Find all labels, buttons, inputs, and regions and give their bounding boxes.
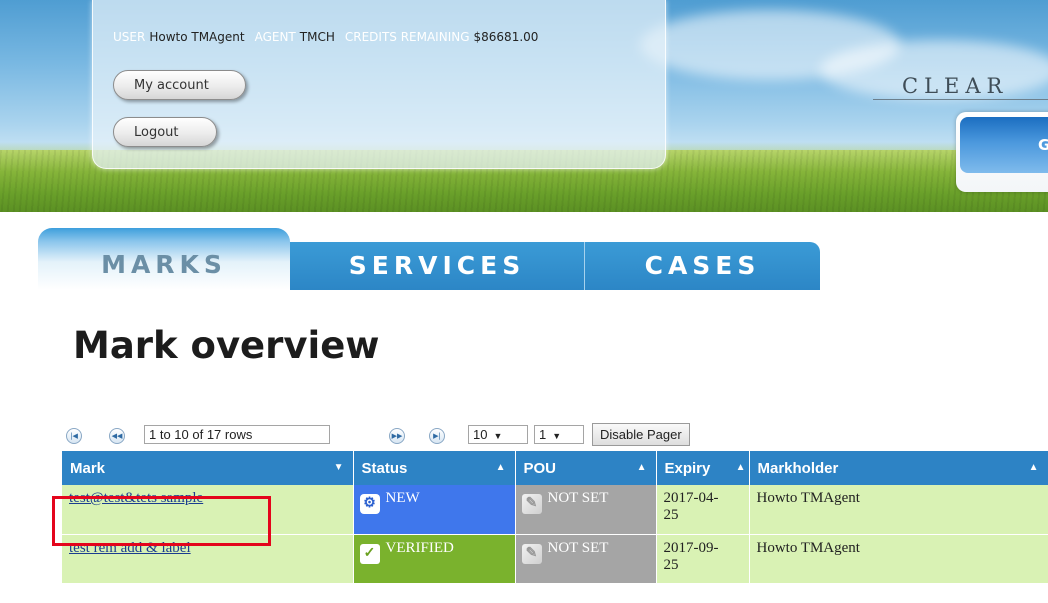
table-pager: |◀ ◀◀ ▶▶ ▶| 10▼ 1▼ Disable Pager bbox=[66, 423, 746, 447]
main-tabs: MARKS SERVICES CASES bbox=[38, 228, 838, 290]
page-range-input[interactable] bbox=[144, 425, 330, 444]
dropdown-arrow-icon: ▼ bbox=[493, 431, 503, 441]
my-account-button[interactable]: My account bbox=[113, 70, 246, 100]
column-header-status[interactable]: Status ▲ bbox=[353, 451, 516, 485]
column-header-expiry[interactable]: Expiry ▲ bbox=[656, 451, 750, 485]
tab-services[interactable]: SERVICES bbox=[290, 242, 584, 290]
site-header: USER Howto TMAgent AGENT TMCH CREDITS REMAIN… bbox=[0, 0, 1048, 212]
user-panel: USER Howto TMAgent AGENT TMCH CREDITS REMAIN… bbox=[92, 0, 666, 169]
table-header-row: Mark ▼ Status ▲ POU ▲ Expiry ▲ Markholder ▲ bbox=[62, 451, 1048, 485]
page-number-select[interactable]: 1 ▼ bbox=[534, 425, 584, 444]
column-header-label: Markholder bbox=[757, 459, 839, 477]
credits-value: $86681.00 bbox=[473, 30, 539, 44]
pou-cell: ✎ NOT SET bbox=[515, 485, 657, 535]
tab-marks[interactable]: MARKS bbox=[38, 228, 290, 290]
table-row: test rem add & label ✓ VERIFIED ✎ NOT SET … bbox=[62, 534, 1048, 584]
pencil-icon: ✎ bbox=[521, 543, 542, 564]
sort-icon: ▲ bbox=[735, 462, 746, 473]
page-number-value: 1 bbox=[539, 427, 547, 442]
markholder-cell: Howto TMAgent bbox=[749, 485, 1048, 535]
expiry-cell: 2017-09- 25 bbox=[656, 534, 750, 584]
tab-cases[interactable]: CASES bbox=[584, 242, 820, 290]
column-header-label: Status bbox=[361, 459, 408, 477]
status-cell: ✓ VERIFIED bbox=[353, 534, 516, 584]
sort-icon: ▲ bbox=[495, 462, 506, 473]
account-info: USER Howto TMAgent AGENT TMCH CREDITS REMAIN… bbox=[113, 30, 548, 44]
status-cell: ⚙ NEW bbox=[353, 485, 516, 535]
page-size-select[interactable]: 10 ▼ bbox=[468, 425, 528, 444]
disable-pager-button[interactable]: Disable Pager bbox=[592, 423, 690, 446]
expiry-date-part: 2017-04- bbox=[663, 490, 719, 506]
sort-descending-icon: ▼ bbox=[333, 462, 344, 473]
next-page-icon[interactable]: ▶▶ bbox=[389, 428, 405, 444]
status-text: NEW bbox=[385, 490, 420, 506]
expiry-day-part: 25 bbox=[663, 507, 679, 523]
previous-page-icon[interactable]: ◀◀ bbox=[109, 428, 125, 444]
last-page-icon[interactable]: ▶| bbox=[429, 428, 445, 444]
column-header-markholder[interactable]: Markholder ▲ bbox=[749, 451, 1048, 485]
table-row: test@test&tets sample ⚙ NEW ✎ NOT SET 2017… bbox=[62, 485, 1048, 535]
markholder-cell: Howto TMAgent bbox=[749, 534, 1048, 584]
user-value: Howto TMAgent bbox=[149, 30, 245, 44]
page-title: Mark overview bbox=[73, 324, 380, 367]
gear-icon: ⚙ bbox=[359, 494, 380, 514]
column-header-mark[interactable]: Mark ▼ bbox=[62, 451, 354, 485]
pou-cell: ✎ NOT SET bbox=[515, 534, 657, 584]
expiry-day-part: 25 bbox=[663, 556, 679, 573]
logout-button[interactable]: Logout bbox=[113, 117, 217, 147]
expiry-cell: 2017-04- 25 bbox=[656, 485, 750, 535]
check-icon: ✓ bbox=[359, 543, 380, 564]
status-text: VERIFIED bbox=[385, 539, 454, 556]
dropdown-arrow-icon: ▼ bbox=[552, 431, 562, 441]
mark-cell: test@test&tets sample bbox=[62, 485, 354, 535]
column-header-label: Mark bbox=[70, 459, 106, 477]
brand-logo-text: CLEAR bbox=[902, 74, 1009, 98]
column-header-label: POU bbox=[523, 459, 557, 477]
column-header-label: Expiry bbox=[664, 459, 711, 477]
expiry-date-part: 2017-09- bbox=[663, 539, 719, 556]
corner-button[interactable]: G bbox=[960, 117, 1048, 173]
sort-icon: ▲ bbox=[1028, 462, 1039, 473]
agent-label: AGENT bbox=[254, 30, 296, 44]
page-size-value: 10 bbox=[473, 427, 488, 442]
marks-table: Mark ▼ Status ▲ POU ▲ Expiry ▲ Markholder ▲ t… bbox=[62, 451, 1048, 584]
pou-text: NOT SET bbox=[547, 490, 609, 506]
user-label: USER bbox=[113, 30, 146, 44]
pencil-icon: ✎ bbox=[521, 494, 542, 514]
column-header-pou[interactable]: POU ▲ bbox=[515, 451, 657, 485]
credits-label: CREDITS REMAINING bbox=[344, 30, 470, 44]
mark-cell: test rem add & label bbox=[62, 534, 354, 584]
mark-link[interactable]: test@test&tets sample bbox=[69, 490, 203, 506]
mark-link[interactable]: test rem add & label bbox=[69, 540, 191, 556]
agent-value: TMCH bbox=[299, 30, 335, 44]
brand-underline bbox=[873, 99, 1048, 100]
pou-text: NOT SET bbox=[547, 539, 609, 556]
first-page-icon[interactable]: |◀ bbox=[66, 428, 82, 444]
sort-icon: ▲ bbox=[636, 462, 647, 473]
